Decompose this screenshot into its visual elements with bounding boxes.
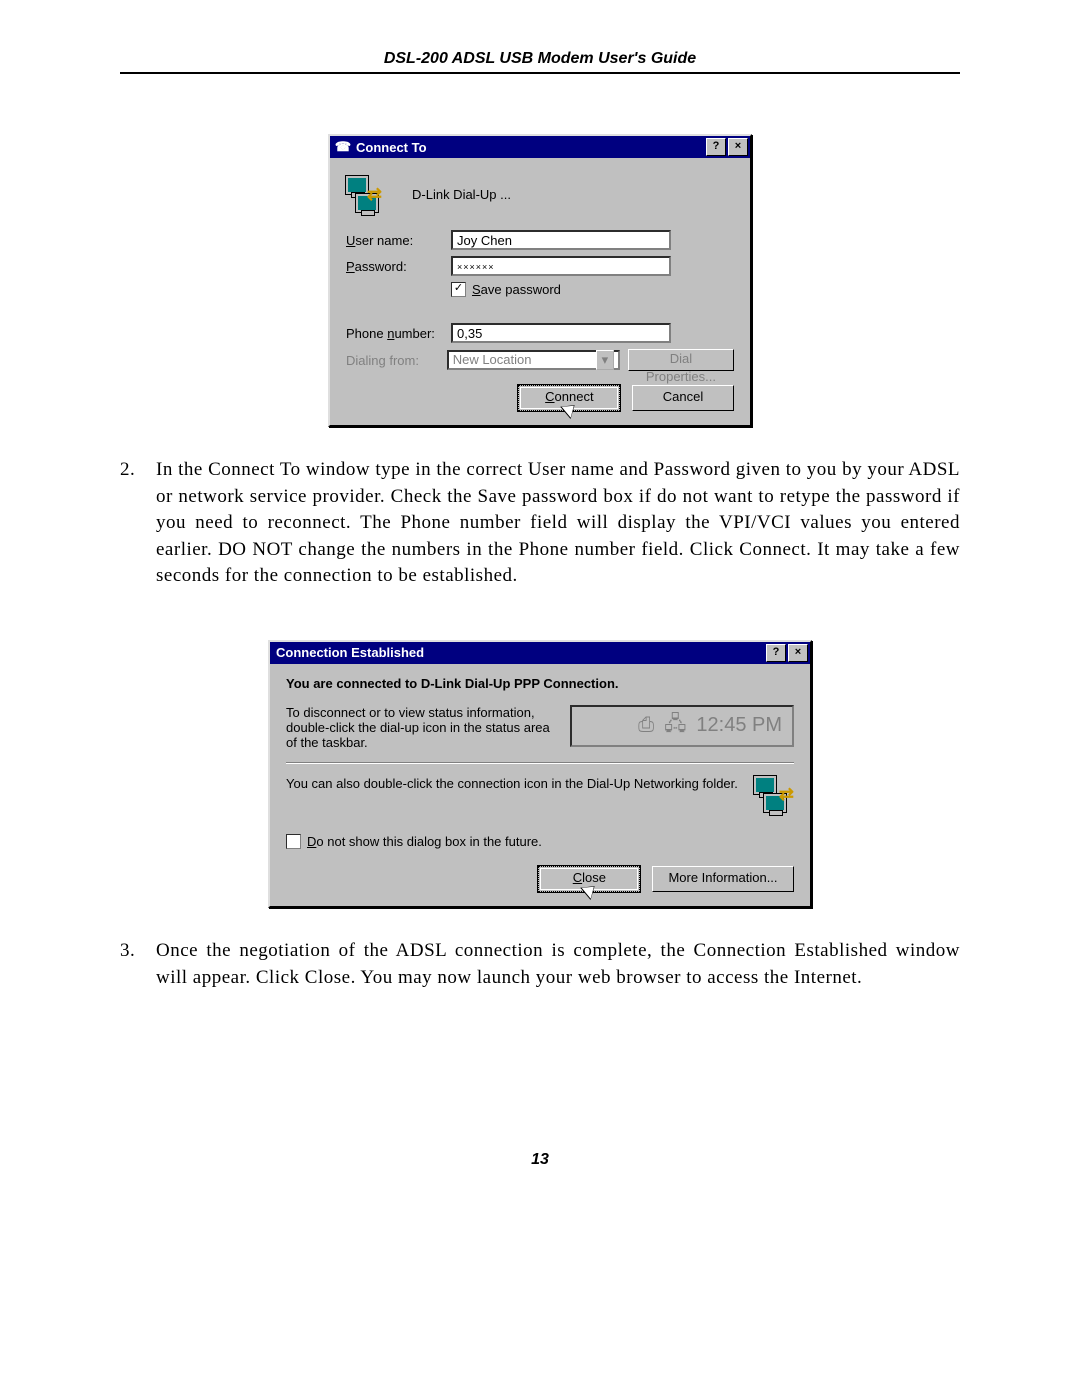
connection-established-titlebar: Connection Established ? × (270, 642, 810, 664)
page-number: 13 (120, 1151, 960, 1169)
username-label: User name: (346, 233, 451, 248)
username-input[interactable]: Joy Chen (451, 230, 671, 250)
printer-icon: ⎙ (638, 714, 654, 737)
dial-properties-button[interactable]: Dial Properties... (628, 349, 734, 371)
save-password-checkbox[interactable]: ✓ Save password (451, 282, 561, 297)
dialing-from-select[interactable]: New Location ▾ (447, 350, 620, 370)
disconnect-instructions: To disconnect or to view status informat… (286, 705, 570, 750)
phone-number-label: Phone number: (346, 326, 451, 341)
system-tray-mock: ⎙ 🖧 12:45 PM (570, 705, 794, 747)
chevron-down-icon: ▾ (596, 350, 614, 370)
close-button[interactable]: × (788, 644, 808, 662)
dialup-icon: ☎ (334, 139, 352, 155)
dont-show-label: Do not show this dialog box in the futur… (307, 834, 542, 849)
tray-time: 12:45 PM (696, 714, 782, 737)
network-icon: 🖧 (664, 709, 686, 743)
save-password-label: Save password (472, 282, 561, 297)
close-button[interactable]: × (728, 138, 748, 156)
page-header: DSL-200 ADSL USB Modem User's Guide (120, 50, 960, 74)
instruction-step-3: 3. Once the negotiation of the ADSL conn… (120, 938, 960, 991)
password-label: Password: (346, 259, 451, 274)
help-button[interactable]: ? (706, 138, 726, 156)
password-input[interactable]: ×××××× (451, 256, 671, 276)
connection-established-dialog: Connection Established ? × You are conne… (268, 640, 812, 908)
connect-to-titlebar: ☎ Connect To ? × (330, 136, 750, 158)
dialup-connection-icon: ⇄ (346, 176, 382, 212)
dialing-from-label: Dialing from: (346, 353, 447, 368)
instruction-step-2: 2. In the Connect To window type in the … (120, 457, 960, 590)
dont-show-checkbox[interactable]: Do not show this dialog box in the futur… (286, 834, 542, 849)
connection-established-title: Connection Established (274, 645, 764, 660)
help-button[interactable]: ? (766, 644, 786, 662)
folder-instructions: You can also double-click the connection… (286, 776, 754, 791)
connection-name: D-Link Dial-Up ... (412, 187, 511, 202)
more-information-button[interactable]: More Information... (652, 866, 794, 892)
connect-to-title: Connect To (352, 140, 704, 155)
connected-headline: You are connected to D-Link Dial-Up PPP … (286, 676, 794, 691)
cancel-button[interactable]: Cancel (632, 385, 734, 411)
dialup-connection-icon: ⇄ (754, 776, 794, 812)
phone-number-input[interactable]: 0,35 (451, 323, 671, 343)
connect-to-dialog: ☎ Connect To ? × ⇄ D-Link Dial-Up ... Us… (328, 134, 752, 427)
